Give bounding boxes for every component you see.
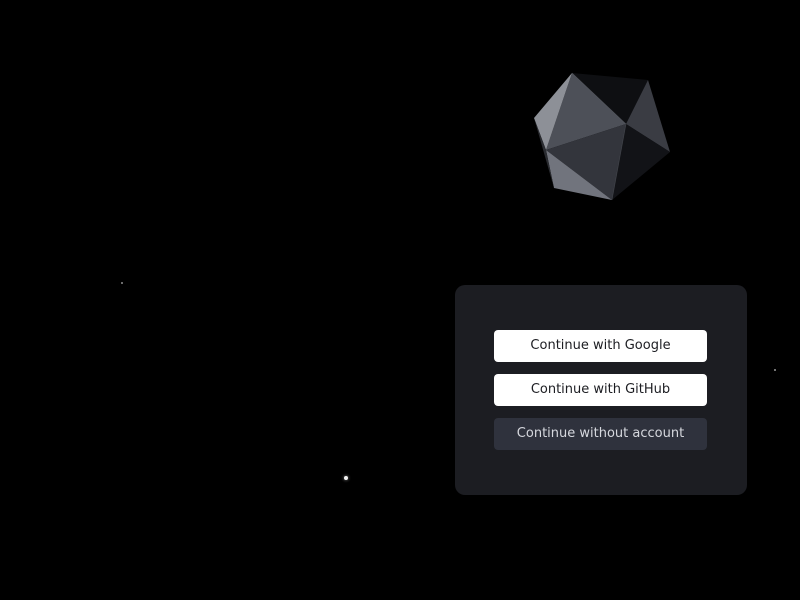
star-icon xyxy=(344,476,348,480)
icosahedron-icon xyxy=(534,72,670,201)
continue-without-account-button[interactable]: Continue without account xyxy=(494,418,707,450)
star-icon xyxy=(774,369,776,371)
app-background: Continue with Google Continue with GitHu… xyxy=(0,0,800,600)
star-icon xyxy=(121,282,123,284)
continue-with-google-button[interactable]: Continue with Google xyxy=(494,330,707,362)
login-card: Continue with Google Continue with GitHu… xyxy=(455,285,747,495)
continue-with-github-button[interactable]: Continue with GitHub xyxy=(494,374,707,406)
